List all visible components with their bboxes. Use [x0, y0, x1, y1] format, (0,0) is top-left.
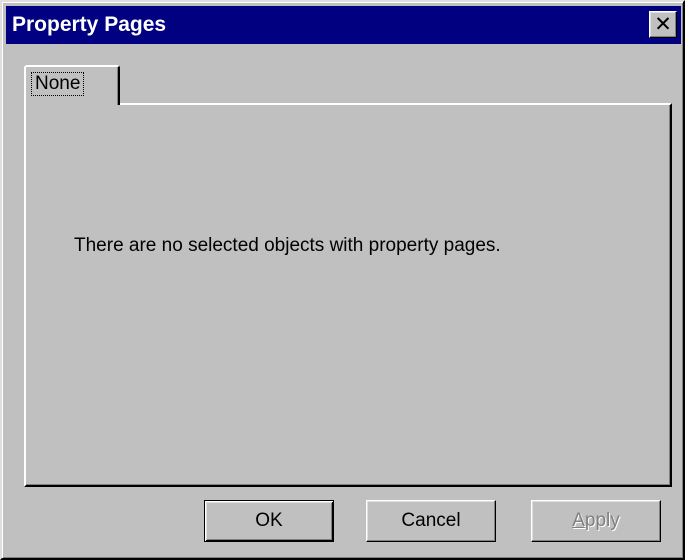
ok-button-label: OK: [255, 510, 283, 531]
cancel-button-label: Cancel: [401, 510, 461, 531]
apply-access-key: A: [572, 510, 585, 531]
apply-button[interactable]: Apply: [531, 500, 661, 542]
tab-panel: There are no selected objects with prope…: [24, 103, 672, 487]
close-button[interactable]: ✕: [649, 11, 677, 38]
apply-label-rest: pply: [584, 510, 620, 531]
title-bar[interactable]: Property Pages ✕: [6, 6, 681, 44]
no-selection-message: There are no selected objects with prope…: [74, 235, 501, 256]
ok-button[interactable]: OK: [204, 500, 334, 542]
tab-label: None: [30, 72, 85, 96]
apply-button-label: Apply: [572, 510, 620, 532]
cancel-button[interactable]: Cancel: [366, 500, 496, 542]
tab-none[interactable]: None: [24, 65, 120, 105]
close-icon: ✕: [654, 12, 672, 36]
property-pages-dialog: Property Pages ✕ None There are no selec…: [0, 0, 685, 560]
window-title: Property Pages: [12, 13, 167, 36]
